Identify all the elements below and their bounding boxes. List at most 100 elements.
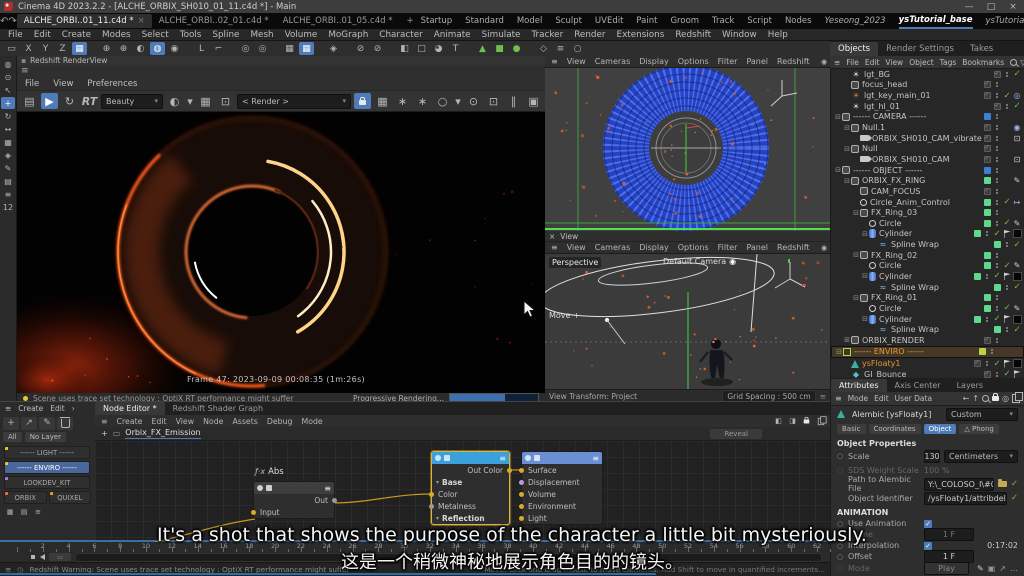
- menu-view[interactable]: View: [176, 417, 195, 426]
- pixel-probe-icon[interactable]: ⊙: [465, 93, 482, 109]
- workplane-mode-icon[interactable]: ◈: [326, 42, 341, 55]
- hdr-dropdown-icon[interactable]: ▾: [186, 93, 194, 109]
- visibility-dots[interactable]: [996, 168, 998, 173]
- folder-icon[interactable]: [998, 481, 1007, 487]
- visibility-dots[interactable]: [996, 263, 998, 268]
- tab-objects[interactable]: Objects: [830, 42, 878, 56]
- enable-toggle[interactable]: [984, 167, 991, 174]
- axis-lock-icon[interactable]: L: [194, 42, 209, 55]
- menu-edit[interactable]: Edit: [874, 394, 889, 403]
- enable-toggle[interactable]: [984, 124, 991, 131]
- tab-layers[interactable]: Layers: [949, 379, 991, 392]
- edges-mode-icon[interactable]: ◎: [255, 42, 270, 55]
- layout-tab-groom[interactable]: Groom: [670, 14, 699, 28]
- angle-icon[interactable]: ⌐: [211, 42, 226, 55]
- menu-spline[interactable]: Spline: [212, 30, 239, 40]
- texture-swatch[interactable]: [1013, 315, 1022, 324]
- visibility-dots[interactable]: [996, 200, 998, 205]
- enable-toggle[interactable]: [984, 305, 991, 312]
- port-color[interactable]: [429, 492, 434, 497]
- axis-z-toggle[interactable]: Z: [55, 42, 70, 55]
- axis-y-toggle[interactable]: Y: [38, 42, 53, 55]
- enable-toggle[interactable]: [994, 71, 1001, 78]
- layout-tab-script[interactable]: Script: [747, 14, 772, 28]
- show-image-icon[interactable]: ▣: [525, 93, 542, 109]
- expand-icon[interactable]: ↗: [999, 564, 1006, 573]
- expand-icon[interactable]: ⊟: [843, 177, 851, 185]
- menu-tracker[interactable]: Tracker: [531, 30, 563, 40]
- menu-assets[interactable]: Assets: [232, 417, 257, 426]
- axis-x-toggle[interactable]: X: [21, 42, 36, 55]
- menu-preferences[interactable]: Preferences: [87, 79, 137, 89]
- render-slot-select[interactable]: < Render >▾: [237, 94, 351, 109]
- filter-nolayer-button[interactable]: No Layer: [25, 432, 66, 442]
- visibility-dots[interactable]: [996, 372, 998, 377]
- new-window-icon[interactable]: [1012, 394, 1020, 403]
- visibility-dots[interactable]: [996, 295, 998, 300]
- scale-tool-icon[interactable]: ↔: [1, 123, 15, 135]
- port-metalness[interactable]: [429, 504, 434, 509]
- snap-grid-icon[interactable]: ■: [492, 42, 507, 55]
- burger-icon[interactable]: ≡: [834, 58, 840, 67]
- object-row-fx-ring-02[interactable]: ⊟FX_Ring_02: [831, 250, 1024, 261]
- list-view-icon[interactable]: ≡: [553, 42, 568, 55]
- pen-icon[interactable]: ✎: [1014, 219, 1021, 228]
- expand-icon[interactable]: ⊟: [861, 315, 869, 323]
- menu-debug[interactable]: Debug: [267, 417, 293, 426]
- menu-view[interactable]: View: [53, 79, 73, 89]
- port-out[interactable]: [332, 498, 337, 503]
- pen-icon[interactable]: ✎: [1, 162, 15, 174]
- document-tab[interactable]: ALCHE_ORBI..01_11.c4d *×: [17, 14, 152, 28]
- burger-icon[interactable]: ≡: [101, 417, 108, 426]
- section-phong[interactable]: △ Phong: [959, 424, 998, 434]
- object-row-orbix-sh010-cam[interactable]: ORBIX_SH010_CAM⊡: [831, 154, 1024, 165]
- object-row-enviro[interactable]: ⊟------ ENVIRO ------: [831, 346, 1024, 359]
- enable-toggle[interactable]: [984, 113, 991, 120]
- make-editable-icon[interactable]: ⊕: [99, 42, 114, 55]
- object-row-ysfloaty1[interactable]: ysFloaty1✓: [831, 358, 1024, 369]
- enable-toggle[interactable]: [984, 156, 991, 163]
- enable-toggle[interactable]: [994, 326, 1001, 333]
- expand-icon[interactable]: ⊞: [843, 336, 851, 344]
- enable-toggle[interactable]: [984, 92, 991, 99]
- redo-icon[interactable]: ↷: [8, 16, 16, 27]
- menu-file[interactable]: File: [8, 30, 23, 40]
- menu-object[interactable]: Object: [909, 58, 933, 67]
- object-row-null[interactable]: ⊟Null: [831, 143, 1024, 154]
- menu-help[interactable]: Help: [768, 30, 788, 40]
- visibility-dots[interactable]: [996, 221, 998, 226]
- expand-icon[interactable]: ⊟: [834, 113, 842, 121]
- menu-create[interactable]: Create: [117, 417, 143, 426]
- texture-swatch[interactable]: [1013, 359, 1022, 368]
- document-tab[interactable]: ALCHE_ORBI..02_01.c4d *: [152, 14, 276, 28]
- layout-tab-nodes[interactable]: Nodes: [785, 14, 812, 28]
- sculpt-icon[interactable]: ◕: [431, 42, 446, 55]
- menu-mode[interactable]: Mode: [301, 417, 322, 426]
- visibility-dots[interactable]: [996, 157, 998, 162]
- undo-icon[interactable]: ↶: [0, 16, 8, 27]
- text-tool-icon[interactable]: T: [448, 42, 463, 55]
- workplane-icon[interactable]: ◉: [167, 42, 182, 55]
- points-mode-icon[interactable]: ◎: [238, 42, 253, 55]
- menu-mograph[interactable]: MoGraph: [328, 30, 368, 40]
- field-12-icon[interactable]: 12: [1, 201, 15, 213]
- maximize-button[interactable]: □: [980, 2, 1002, 12]
- fit-icon[interactable]: ⊡: [1014, 155, 1021, 164]
- up-icon[interactable]: ↑: [972, 394, 979, 403]
- layout-tab-uvedit[interactable]: UVEdit: [595, 14, 624, 28]
- target-icon[interactable]: ⊙: [1, 71, 15, 83]
- projection-label[interactable]: Perspective: [549, 257, 601, 268]
- texture-swatch[interactable]: [1013, 229, 1022, 238]
- enable-toggle[interactable]: [984, 177, 991, 184]
- object-row-circle[interactable]: Circle✓✎: [831, 303, 1024, 314]
- object-row-lgt-key-main-01[interactable]: ☀lgt_key_main_01✓◎: [831, 90, 1024, 101]
- interpolation-checkbox[interactable]: ✓: [924, 542, 932, 550]
- checker-icon[interactable]: ▦: [197, 93, 214, 109]
- assign-icon[interactable]: ↗: [21, 417, 37, 430]
- viewport-perspective-canvas[interactable]: Perspective Default Camera◉ Move +: [545, 254, 830, 389]
- menu-redshift[interactable]: Redshift: [777, 57, 809, 66]
- visibility-dots[interactable]: [996, 146, 998, 151]
- split-left-icon[interactable]: ◧: [773, 416, 784, 426]
- layout-tab-ystutorial-base2[interactable]: ysTutorial_base2: [986, 14, 1024, 28]
- object-row-fx-ring-03[interactable]: ⊟FX_Ring_03: [831, 207, 1024, 218]
